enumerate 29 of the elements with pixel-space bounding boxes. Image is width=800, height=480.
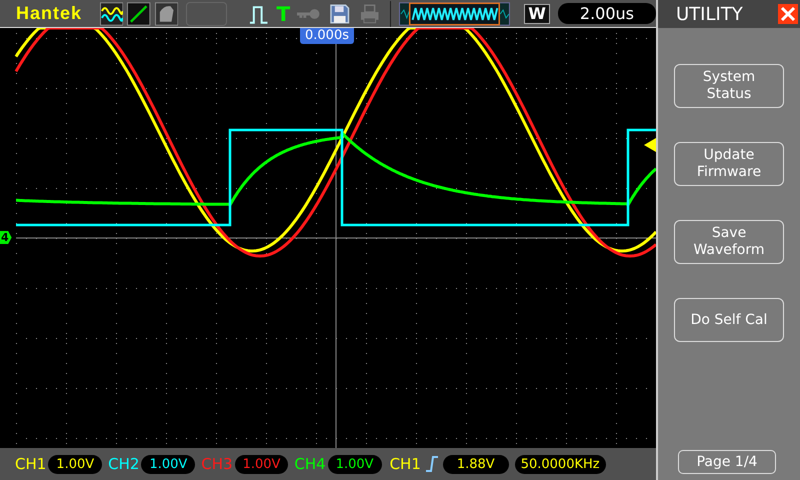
timebase-value[interactable]: 2.00us [558,3,656,24]
save-icon[interactable] [330,4,350,24]
waveform-display-icon[interactable] [100,2,124,26]
channel-scale: 1.00V [234,454,288,474]
channel-scale: 1.00V [141,454,196,474]
channel-scale: 1.00V [328,454,382,474]
status-slot [186,2,228,26]
frequency-readout: 50.0000KHz [514,454,606,474]
persistence-icon[interactable] [154,2,178,26]
trigger-mode-label[interactable]: T [276,4,290,24]
menu-button[interactable]: Update Firmware [674,142,784,186]
menu-button[interactable]: Save Waveform [674,220,784,264]
channel-label[interactable]: CH1 [15,455,46,473]
window-mode-label[interactable]: W [524,4,550,24]
close-icon[interactable] [778,4,798,24]
vector-mode-icon[interactable] [127,2,151,26]
trigger-position-marker[interactable]: 0.000s [300,28,354,44]
channel-label[interactable]: CH4 [294,455,326,473]
menu-button[interactable]: Do Self Cal [674,298,784,342]
menu-button[interactable]: System Status [674,64,784,108]
trigger-source: CH1 [390,455,421,473]
channel-scale: 1.00V [48,454,102,474]
trigger-level: 1.88V [442,454,509,474]
rising-edge-icon [424,455,439,473]
channel-ground-marker[interactable]: 4 [0,231,12,244]
page-button[interactable]: Page 1/4 [678,450,776,474]
menu-title: UTILITY [676,4,743,24]
channel-label[interactable]: CH2 [108,455,140,473]
brand-logo: Hantek [16,3,82,24]
